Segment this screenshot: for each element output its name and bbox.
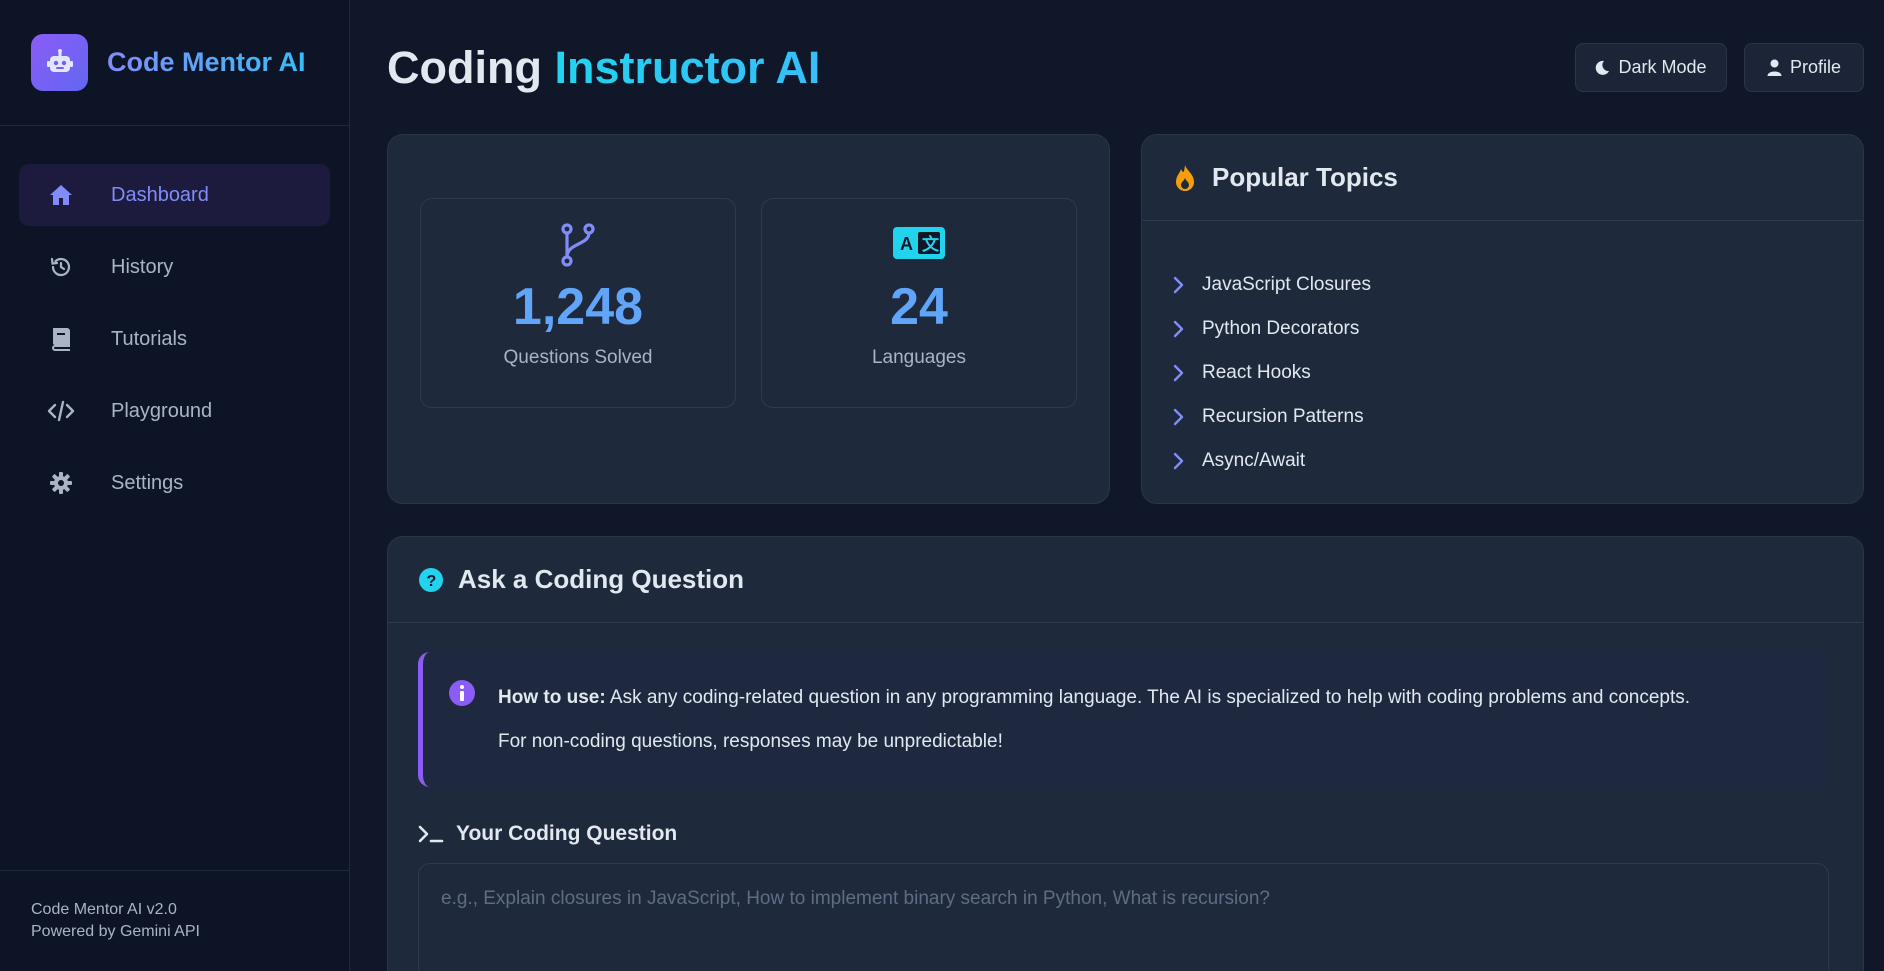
sidebar-item-dashboard[interactable]: Dashboard <box>19 164 330 226</box>
sidebar-nav: Dashboard History Tutorials Playground S… <box>0 126 349 514</box>
topic-item[interactable]: Recursion Patterns <box>1172 395 1863 439</box>
stat-label: Languages <box>871 347 967 368</box>
fire-icon <box>1172 164 1198 192</box>
profile-label: Profile <box>1789 57 1842 77</box>
home-icon <box>46 180 76 210</box>
popular-topics-header: Popular Topics <box>1142 135 1863 221</box>
version-text: Code Mentor AI v2.0 <box>31 901 177 918</box>
brand[interactable]: Code Mentor AI <box>0 0 349 126</box>
chevron-right-icon <box>1172 452 1202 470</box>
book-icon <box>46 324 76 354</box>
svg-text:?: ? <box>427 573 437 590</box>
topic-label: React Hooks <box>1202 362 1311 383</box>
sidebar-item-playground[interactable]: Playground <box>19 380 330 442</box>
sidebar: Code Mentor AI Dashboard History Tutoria… <box>0 0 350 971</box>
moon-icon <box>1595 60 1610 76</box>
topic-label: Python Decorators <box>1202 318 1360 339</box>
profile-button[interactable]: Profile <box>1744 43 1864 92</box>
stat-questions-solved: 1,248 Questions Solved <box>420 198 736 408</box>
sidebar-footer: Code Mentor AI v2.0 Powered by Gemini AP… <box>0 870 349 971</box>
info-icon <box>448 679 476 712</box>
info-line-2: For non-coding questions, responses may … <box>498 731 1003 752</box>
sidebar-item-settings[interactable]: Settings <box>19 452 330 514</box>
sidebar-item-label: Tutorials <box>111 327 187 350</box>
page-title-part1: Coding <box>387 42 555 93</box>
chevron-right-icon <box>1172 276 1202 294</box>
how-to-use-info: How to use: Ask any coding-related quest… <box>418 652 1828 787</box>
robot-icon <box>31 34 88 91</box>
dark-mode-label: Dark Mode <box>1618 57 1707 77</box>
sidebar-item-label: Settings <box>111 471 184 494</box>
svg-text:A: A <box>900 234 913 254</box>
topic-item[interactable]: JavaScript Closures <box>1172 263 1863 307</box>
sidebar-item-tutorials[interactable]: Tutorials <box>19 308 330 370</box>
chevron-right-icon <box>1172 320 1202 338</box>
topic-item[interactable]: Async/Await <box>1172 439 1863 483</box>
stat-value: 1,248 <box>512 278 644 336</box>
stat-languages: A文 24 Languages <box>761 198 1077 408</box>
info-text: How to use: Ask any coding-related quest… <box>498 676 1828 764</box>
stat-value: 24 <box>890 278 948 336</box>
popular-topics-card: Popular Topics JavaScript Closures Pytho… <box>1141 134 1864 504</box>
topic-item[interactable]: React Hooks <box>1172 351 1863 395</box>
user-icon <box>1767 59 1782 76</box>
topic-label: Async/Await <box>1202 450 1306 471</box>
sidebar-item-history[interactable]: History <box>19 236 330 298</box>
dark-mode-button[interactable]: Dark Mode <box>1575 43 1727 92</box>
page-title: Coding Instructor AI <box>387 42 820 94</box>
popular-topics-title: Popular Topics <box>1212 162 1398 192</box>
topic-item[interactable]: Python Decorators <box>1172 307 1863 351</box>
stat-label: Questions Solved <box>503 347 653 368</box>
info-line-1: Ask any coding-related question in any p… <box>605 687 1691 708</box>
svg-text:文: 文 <box>922 234 940 254</box>
code-icon <box>46 396 76 426</box>
stats-card: 1,248 Questions Solved A文 24 Languages <box>387 134 1110 504</box>
chevron-right-icon <box>1172 408 1202 426</box>
language-icon: A文 <box>762 223 1076 267</box>
question-input[interactable] <box>418 863 1829 971</box>
gear-icon <box>46 468 76 498</box>
page-title-part2: Instructor AI <box>554 42 821 93</box>
history-icon <box>46 252 76 282</box>
question-circle-icon: ? <box>418 567 444 593</box>
terminal-icon <box>418 824 444 844</box>
sidebar-item-label: History <box>111 255 174 278</box>
git-branch-icon <box>421 223 735 267</box>
ask-question-title: Ask a Coding Question <box>458 564 745 594</box>
topic-label: Recursion Patterns <box>1202 406 1364 427</box>
brand-title: Code Mentor AI <box>107 47 306 77</box>
sidebar-item-label: Playground <box>111 399 213 422</box>
info-bold: How to use: <box>498 687 606 708</box>
topic-label: JavaScript Closures <box>1202 274 1371 295</box>
question-label-text: Your Coding Question <box>456 822 678 845</box>
ask-question-header: ? Ask a Coding Question <box>388 537 1863 623</box>
powered-by-text: Powered by Gemini API <box>31 923 200 940</box>
ask-question-card: ? Ask a Coding Question How to use: Ask … <box>387 536 1864 971</box>
chevron-right-icon <box>1172 364 1202 382</box>
question-label: Your Coding Question <box>418 822 677 846</box>
topic-list: JavaScript Closures Python Decorators Re… <box>1142 221 1863 483</box>
sidebar-item-label: Dashboard <box>111 183 209 206</box>
